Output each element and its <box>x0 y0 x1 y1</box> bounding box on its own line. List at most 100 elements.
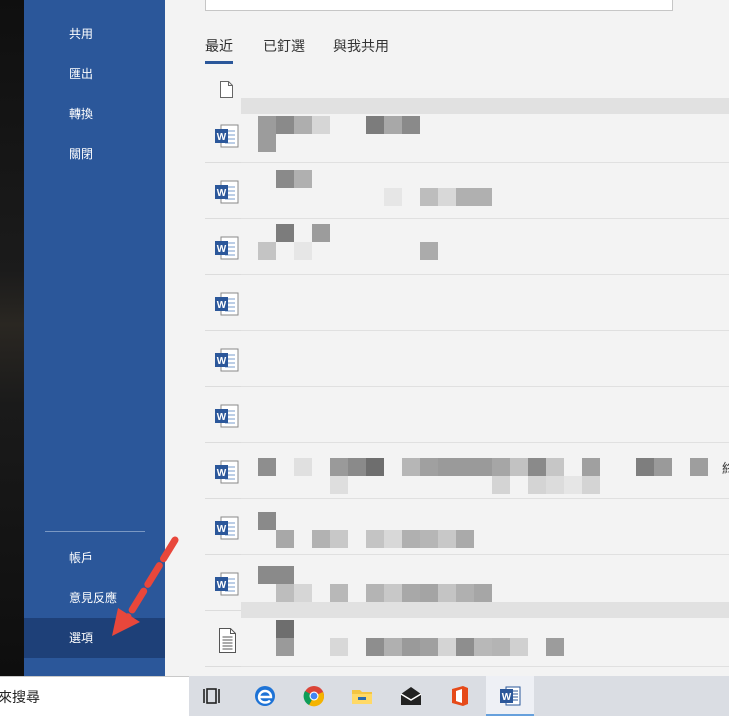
nav-share[interactable]: 共用 <box>24 14 165 54</box>
redacted-block <box>690 458 708 476</box>
redacted-block <box>510 638 528 656</box>
svg-text:W: W <box>217 580 227 591</box>
nav-export[interactable]: 匯出 <box>24 54 165 94</box>
redacted-block <box>438 458 456 476</box>
redacted-block <box>438 188 456 206</box>
redacted-block <box>402 116 420 134</box>
document-row[interactable]: W <box>205 331 729 387</box>
svg-text:W: W <box>217 356 227 367</box>
redacted-block <box>420 458 438 476</box>
redacted-block <box>546 638 564 656</box>
word-icon: W <box>205 499 241 555</box>
tab-shared-with-me[interactable]: 與我共用 <box>333 36 389 61</box>
nav-convert[interactable]: 轉換 <box>24 94 165 134</box>
redacted-block <box>366 116 384 134</box>
word-icon: W <box>205 107 241 163</box>
search-input[interactable] <box>205 0 673 11</box>
redacted-block <box>420 530 438 548</box>
taskbar-search-box[interactable]: 來搜尋 <box>0 676 189 716</box>
svg-text:W: W <box>217 244 227 255</box>
svg-text:W: W <box>502 692 512 703</box>
document-row[interactable]: W <box>205 275 729 331</box>
redacted-block <box>474 584 492 602</box>
file-type-column-icon <box>220 81 233 102</box>
redacted-block <box>420 638 438 656</box>
redacted-block <box>330 476 348 494</box>
redacted-block <box>492 476 510 494</box>
tab-pinned[interactable]: 已釘選 <box>263 36 305 61</box>
nav-close[interactable]: 關閉 <box>24 134 165 174</box>
redacted-block <box>564 476 582 494</box>
redacted-block <box>654 458 672 476</box>
redacted-block <box>384 584 402 602</box>
redacted-block <box>258 116 276 134</box>
redacted-block <box>330 458 348 476</box>
redacted-block <box>276 638 294 656</box>
truncated-text: 終 <box>721 462 729 477</box>
redacted-block <box>456 638 474 656</box>
redacted-block <box>276 530 294 548</box>
word-icon: W <box>205 275 241 331</box>
svg-text:W: W <box>217 300 227 311</box>
redacted-block <box>366 530 384 548</box>
redacted-block <box>474 458 492 476</box>
redacted-block <box>402 638 420 656</box>
tab-recent[interactable]: 最近 <box>205 36 233 64</box>
redacted-block <box>438 638 456 656</box>
task-view-icon[interactable] <box>189 676 237 716</box>
office-icon[interactable] <box>436 676 484 716</box>
annotation-arrow <box>112 536 179 636</box>
redacted-block <box>258 566 294 584</box>
document-row[interactable]: W <box>205 387 729 443</box>
svg-text:W: W <box>217 468 227 479</box>
redacted-block <box>420 584 438 602</box>
redacted-block <box>312 116 330 134</box>
redacted-block <box>366 584 384 602</box>
redacted-block <box>366 458 384 476</box>
mail-icon[interactable] <box>387 676 435 716</box>
redacted-block <box>456 458 474 476</box>
taskbar-search-text: 來搜尋 <box>0 690 40 706</box>
word-icon: W <box>205 219 241 275</box>
redacted-block <box>402 530 420 548</box>
redacted-block <box>276 620 294 638</box>
word-icon: W <box>205 163 241 219</box>
text-file-icon <box>205 611 241 667</box>
redacted-block <box>258 512 276 530</box>
redacted-block <box>276 116 294 134</box>
redacted-block <box>276 584 294 602</box>
redacted-block <box>582 476 600 494</box>
file-explorer-icon[interactable] <box>338 676 386 716</box>
redacted-block <box>384 530 402 548</box>
redacted-block <box>528 476 546 494</box>
redacted-block <box>510 458 528 476</box>
redacted-block <box>258 458 276 476</box>
taskbar: 來搜尋 W <box>0 676 729 716</box>
redacted-block <box>474 638 492 656</box>
redacted-block <box>402 584 420 602</box>
redacted-block <box>582 458 600 476</box>
redacted-block <box>294 242 312 260</box>
redacted-block <box>528 458 546 476</box>
redacted-block <box>330 638 348 656</box>
redacted-block <box>456 188 474 206</box>
redacted-block <box>258 134 276 152</box>
word-icon: W <box>205 555 241 611</box>
redacted-block <box>276 170 294 188</box>
redacted-block <box>420 188 438 206</box>
edge-icon[interactable] <box>241 676 289 716</box>
svg-text:W: W <box>217 524 227 535</box>
redacted-block <box>384 116 402 134</box>
redacted-block <box>294 458 312 476</box>
svg-text:W: W <box>217 188 227 199</box>
word-taskbar-icon[interactable]: W <box>486 676 534 716</box>
redacted-block <box>366 638 384 656</box>
redacted-block <box>438 584 456 602</box>
recent-documents-panel: 最近 已釘選 與我共用 W W W W W W W W W 終 <box>165 0 729 676</box>
redacted-block <box>258 242 276 260</box>
redacted-block <box>474 188 492 206</box>
word-icon: W <box>205 331 241 387</box>
chrome-icon[interactable] <box>290 676 338 716</box>
redacted-block <box>330 530 348 548</box>
desktop-background <box>0 0 24 676</box>
